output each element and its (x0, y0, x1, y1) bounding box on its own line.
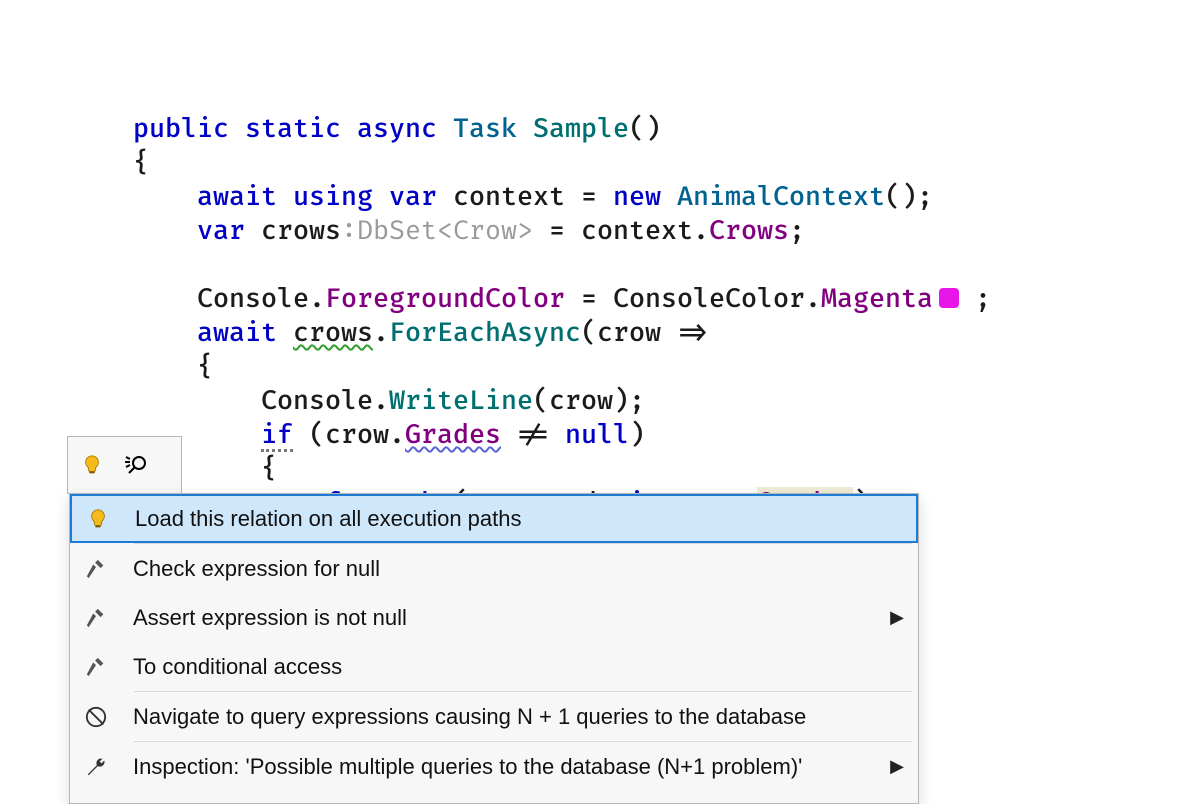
code-editor[interactable]: public static async Task Sample() { awai… (133, 78, 991, 520)
lightbulb-gutter[interactable] (67, 436, 182, 494)
quickfix-item-label: Load this relation on all execution path… (135, 506, 860, 532)
kw-static: static (245, 113, 341, 145)
type-hint-dbset-crow: :DbSet<Crow> (341, 215, 533, 247)
hammer-icon (79, 656, 113, 678)
ident-crows-warn[interactable]: crows (293, 317, 373, 349)
quickfix-item-label: Assert expression is not null (133, 605, 862, 631)
ident-console: Console (197, 283, 309, 315)
kw-async: async (357, 113, 437, 145)
lightbulb-icon[interactable] (81, 454, 103, 476)
punct: () (629, 113, 661, 145)
ident-context: context (581, 215, 693, 247)
popup-overflow (70, 791, 918, 803)
ident-context: context (453, 181, 565, 213)
submenu-arrow-icon: ▶ (882, 756, 918, 777)
brace: { (197, 351, 213, 383)
lightbulb-icon (81, 508, 115, 530)
kw-var: var (389, 181, 437, 213)
method-writeline: WriteLine (389, 385, 533, 417)
kw-if-hint[interactable]: if (261, 421, 293, 452)
member-magenta: Magenta (821, 283, 933, 315)
ident-crows: crows (261, 215, 341, 247)
method-sample: Sample (533, 113, 629, 145)
member-crows: Crows (709, 215, 789, 247)
hammer-icon (79, 558, 113, 580)
quickfix-item-navigate-n1[interactable]: Navigate to query expressions causing N … (70, 692, 918, 741)
kw-await: await (197, 317, 277, 349)
color-swatch-magenta (939, 288, 959, 308)
brace: { (261, 453, 277, 485)
quickfix-item-conditional-access[interactable]: To conditional access (70, 642, 918, 691)
method-foreachasync: ForEachAsync (389, 317, 581, 349)
kw-new: new (613, 181, 661, 213)
kw-var: var (197, 215, 245, 247)
kw-await: await (197, 181, 277, 213)
submenu-arrow-icon: ▶ (882, 607, 918, 628)
quickfix-item-assert-not-null[interactable]: Assert expression is not null ▶ (70, 593, 918, 642)
hammer-icon (79, 607, 113, 629)
member-foregroundcolor: ForegroundColor (325, 283, 565, 315)
kw-null: null (565, 419, 629, 451)
ident-console: Console (261, 385, 373, 417)
navigate-icon (79, 706, 113, 728)
member-grades-warn[interactable]: Grades (405, 419, 501, 451)
quickfix-item-check-null[interactable]: Check expression for null (70, 544, 918, 593)
ident-crow: crow (325, 419, 389, 451)
kw-public: public (133, 113, 229, 145)
inspect-icon[interactable] (125, 453, 149, 477)
quickfix-item-label: Navigate to query expressions causing N … (133, 704, 862, 730)
brace: { (133, 147, 149, 179)
kw-using: using (293, 181, 373, 213)
ident-consolecolor: ConsoleColor (613, 283, 805, 315)
quickfix-item-inspection-n1[interactable]: Inspection: 'Possible multiple queries t… (70, 742, 918, 791)
quickfix-item-label: To conditional access (133, 654, 862, 680)
quickfix-item-label: Inspection: 'Possible multiple queries t… (133, 754, 862, 780)
wrench-icon (79, 756, 113, 778)
quickfix-popup[interactable]: Load this relation on all execution path… (69, 493, 919, 804)
type-task: Task (453, 113, 517, 145)
quickfix-item-load-relation[interactable]: Load this relation on all execution path… (70, 494, 918, 543)
ident-crow: crow (549, 385, 613, 417)
ident-crow: crow (597, 317, 661, 349)
quickfix-item-label: Check expression for null (133, 556, 862, 582)
type-animalcontext: AnimalContext (677, 181, 885, 213)
